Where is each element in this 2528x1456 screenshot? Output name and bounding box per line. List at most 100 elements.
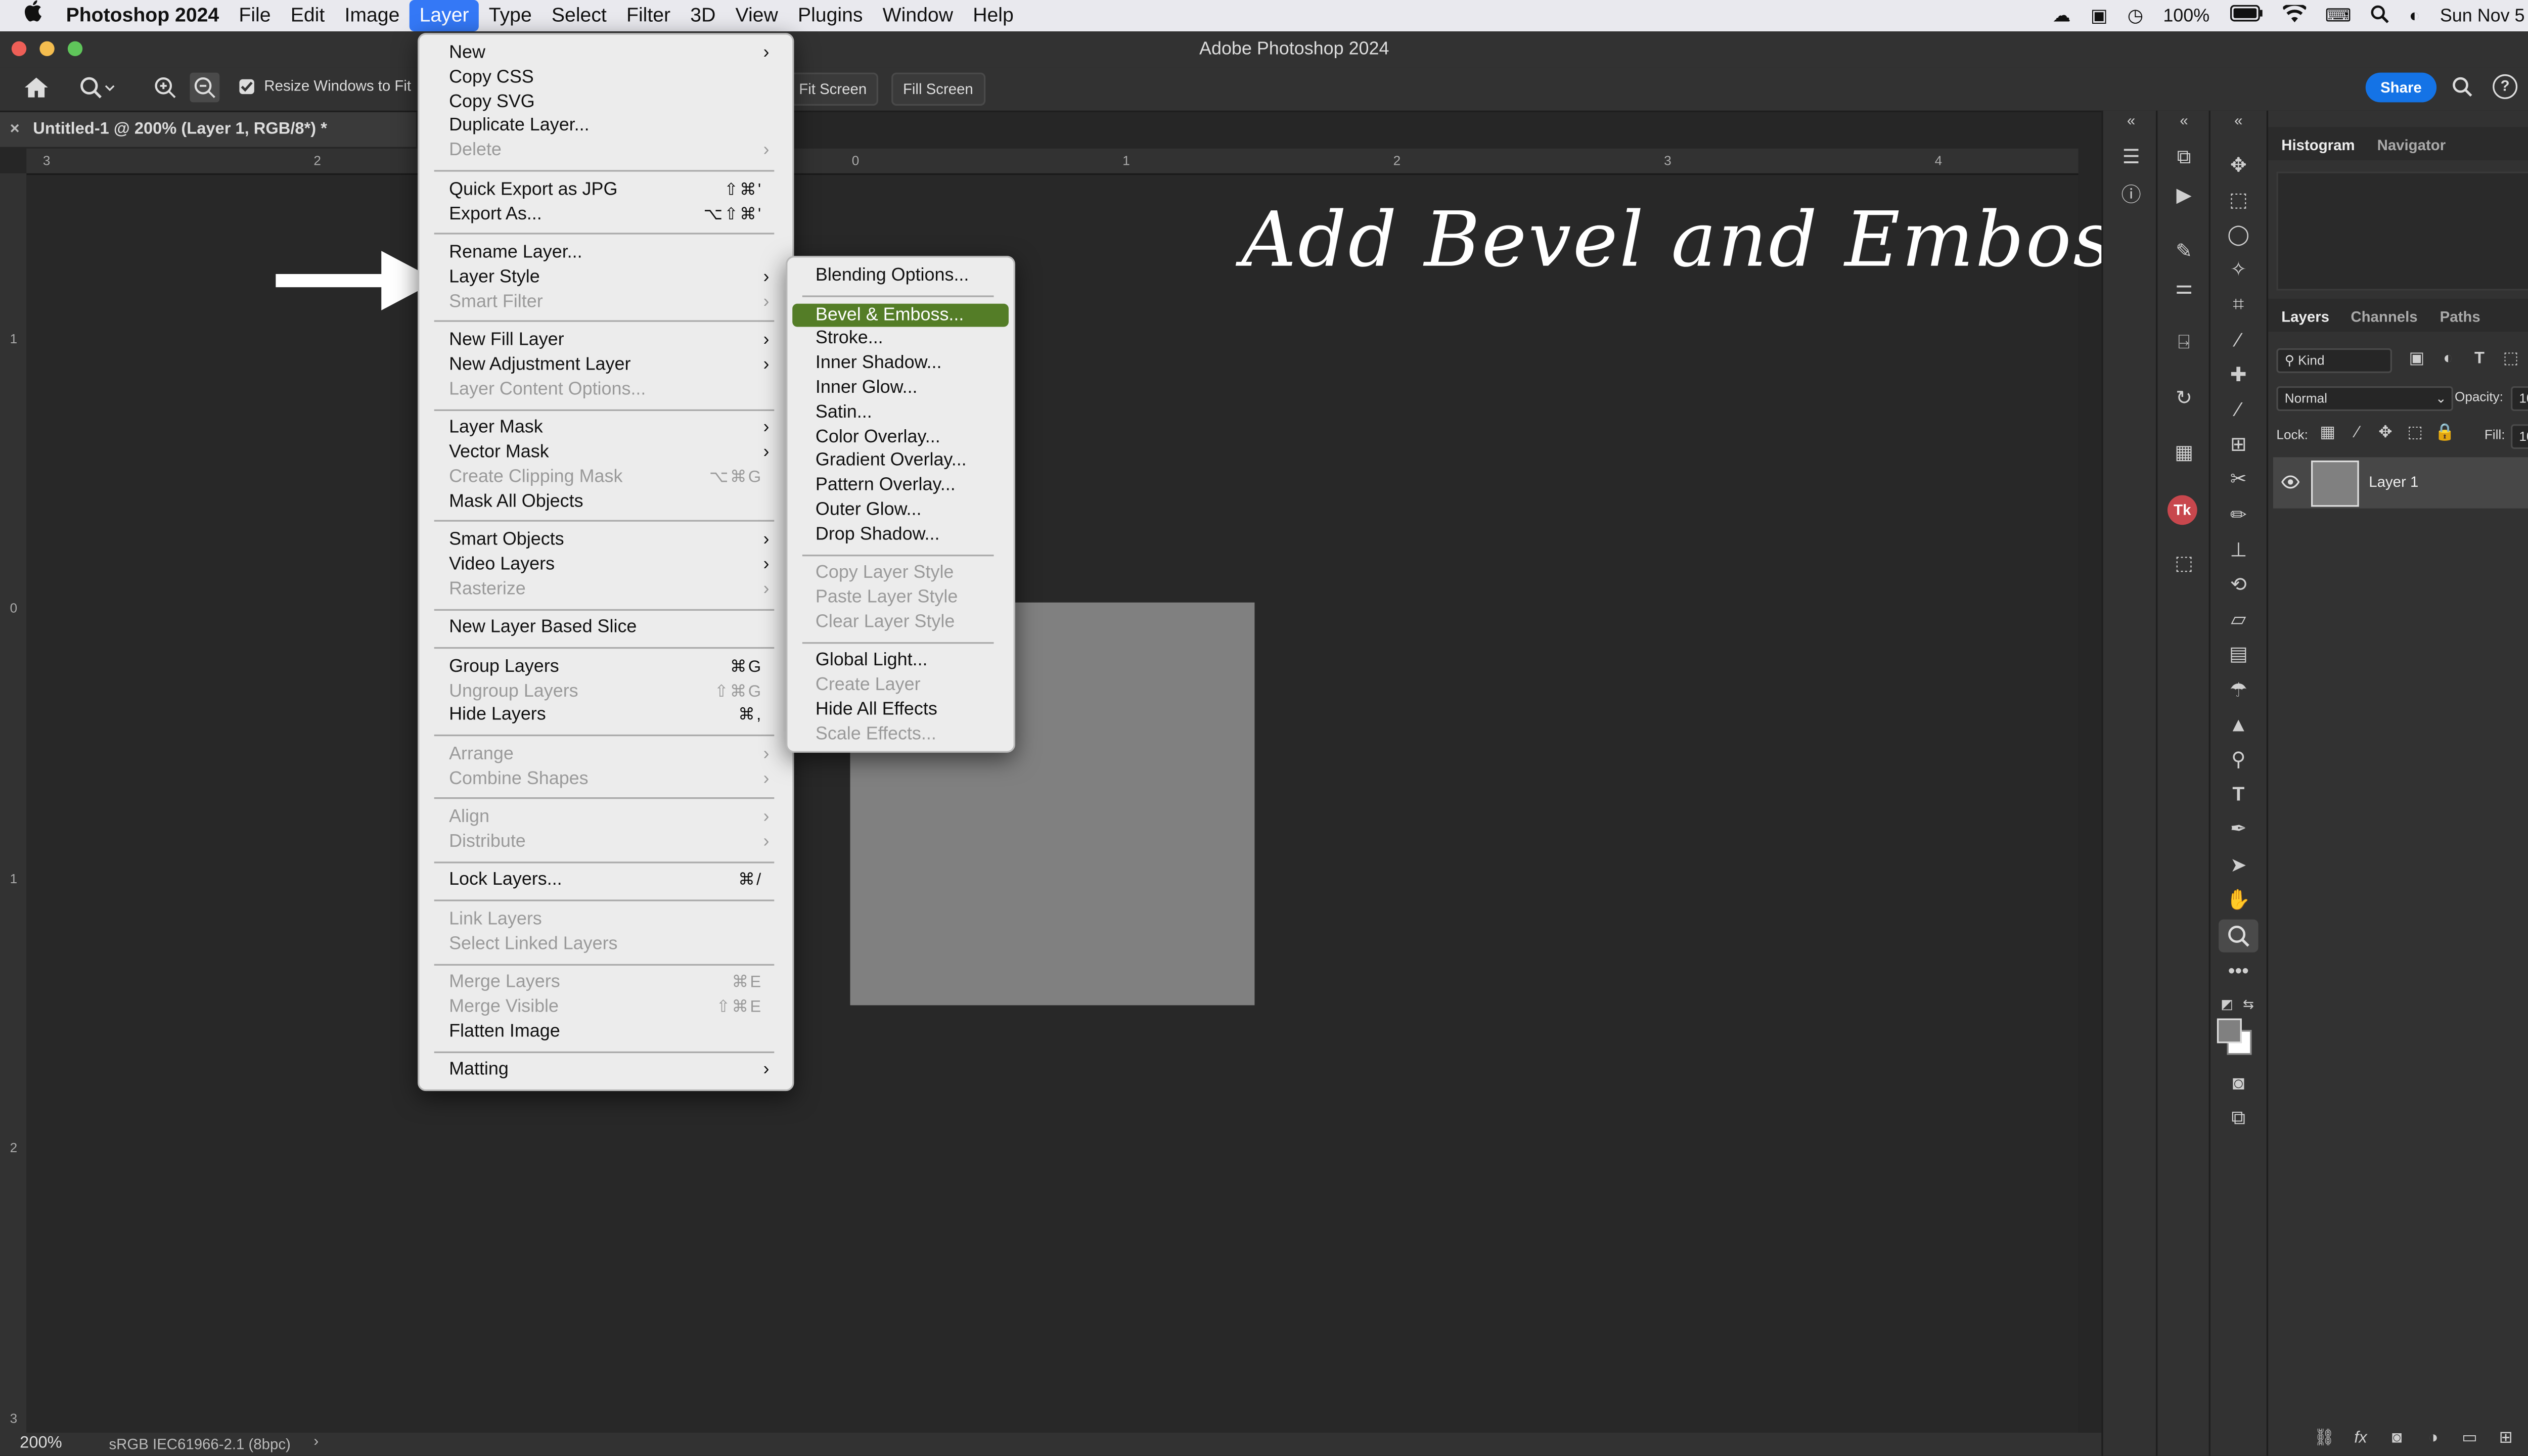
menu-plugins[interactable]: Plugins [788,0,873,31]
clone-source-icon[interactable]: ⍈ [2171,332,2197,351]
menu-item-export-as[interactable]: Export As... ⌥⇧⌘' [449,202,769,227]
menu-view[interactable]: View [726,0,788,31]
pen-tool-icon[interactable]: ✒ [2225,818,2251,838]
hand-tool-icon[interactable]: ✋ [2225,890,2251,909]
menu-help[interactable]: Help [963,0,1024,31]
actions-play-icon[interactable]: ▶ [2171,185,2197,205]
object-selection-tool-icon[interactable]: ⊞ [2225,434,2251,454]
status-expand-chevron-icon[interactable]: › [313,1433,319,1449]
adjustments-icon[interactable]: ⚌ [2171,278,2197,297]
menu-item-flatten-image[interactable]: Flatten Image [449,1020,769,1044]
foreground-color-swatch[interactable] [2217,1018,2242,1043]
lock-position-icon[interactable]: ✥ [2372,424,2399,444]
zoom-out-icon[interactable] [190,72,220,103]
menu-item-new-layer-based-slice[interactable]: New Layer Based Slice [449,616,769,641]
clock[interactable]: Sun Nov 5 20:25 [2440,6,2528,25]
menu-item-copy-svg[interactable]: Copy SVG [449,90,769,115]
clone-stamp-tool-icon[interactable]: ⊥ [2225,540,2251,560]
minimize-window-button[interactable] [39,41,55,57]
brush-settings-icon[interactable]: ✎ [2171,241,2197,261]
menu-item-layer-mask[interactable]: Layer Mask › [449,416,769,441]
menu-item-matting[interactable]: Matting › [449,1059,769,1083]
keyboard-icon[interactable]: ⌨ [2325,5,2352,26]
control-center-icon[interactable]: ◐ [2409,6,2420,25]
layer-filter-kind-select[interactable]: ⚲ Kind [2276,348,2392,373]
layer-thumbnail[interactable] [2311,460,2359,507]
menu-item-lock-layers[interactable]: Lock Layers... ⌘/ [449,869,769,894]
menu-edit[interactable]: Edit [281,0,335,31]
menu-item-hide-layers[interactable]: Hide Layers ⌘, [449,704,769,729]
menu-file[interactable]: File [229,0,281,31]
eye-icon[interactable] [2281,474,2300,493]
move-tool-icon[interactable]: ✥ [2225,155,2251,175]
gradient-tool-icon[interactable]: ▤ [2225,644,2251,663]
layer-name[interactable]: Layer 1 [2369,474,2418,490]
filter-pixel-layers-icon[interactable]: ▣ [2404,350,2430,370]
type-tool-icon[interactable]: T [2225,784,2251,804]
path-selection-tool-icon[interactable]: ➤ [2225,855,2251,875]
zoom-tool-active[interactable] [2219,919,2259,952]
lock-image-pixels-icon[interactable]: ∕ [2344,424,2370,444]
menu-item-quick-export-as-jpg[interactable]: Quick Export as JPG ⇧⌘' [449,178,769,203]
marquee-tool-icon[interactable]: ⬚ [2225,190,2251,209]
menu-item-copy-css[interactable]: Copy CSS [449,66,769,90]
menu-layer[interactable]: Layer [409,0,479,32]
dodge-tool-icon[interactable]: ⚲ [2225,749,2251,769]
link-layers-icon[interactable]: ⛓ [2311,1429,2337,1449]
zoom-in-icon[interactable] [154,76,177,104]
healing-brush-tool-icon[interactable]: ✚ [2225,365,2251,385]
battery-icon[interactable] [2229,5,2262,26]
document-tab-title[interactable]: Untitled-1 @ 200% (Layer 1, RGB/8*) * [33,112,327,147]
plugin-tk-icon[interactable]: Tk [2167,495,2197,525]
menu-item-new-adjustment-layer[interactable]: New Adjustment Layer › [449,353,769,378]
home-icon[interactable] [23,76,50,104]
menu-item-hide-all-effects[interactable]: Hide All Effects [816,698,1001,723]
close-tab-icon[interactable]: × [10,112,20,147]
fill-input[interactable]: 100% [2511,424,2528,449]
menu-select[interactable]: Select [541,0,616,31]
brush-tool-icon[interactable]: ∕ [2225,399,2251,419]
menu-3d[interactable]: 3D [681,0,726,31]
menu-item-mask-all-objects[interactable]: Mask All Objects [449,489,769,514]
share-button[interactable]: Share [2365,72,2437,103]
menu-item-new-fill-layer[interactable]: New Fill Layer › [449,329,769,353]
crop-tool-icon[interactable]: ⌗ [2225,294,2251,313]
menu-item-vector-mask[interactable]: Vector Mask › [449,441,769,466]
eyedropper-tool-icon[interactable]: ⁄ [2225,330,2251,350]
time-machine-icon[interactable]: ◷ [2128,5,2143,26]
spotlight-search-icon[interactable] [2371,4,2389,27]
apple-logo-icon[interactable] [0,0,56,31]
new-layer-icon[interactable]: ⊞ [2493,1429,2519,1449]
menu-item-inner-glow[interactable]: Inner Glow... [816,376,1001,401]
lasso-tool-icon[interactable]: ◯ [2225,224,2251,244]
menu-item-inner-shadow[interactable]: Inner Shadow... [816,352,1001,377]
menu-type[interactable]: Type [479,0,541,31]
zoom-level[interactable]: 200% [20,1434,62,1452]
properties-icon[interactable]: ☰ [2118,147,2144,167]
menu-item-global-light[interactable]: Global Light... [816,649,1001,674]
filter-adjustment-layers-icon[interactable]: ◐ [2435,350,2461,370]
more-tools-icon[interactable]: ••• [2225,961,2251,980]
fit-screen-button[interactable]: Fit Screen [787,72,879,106]
zoom-window-button[interactable] [67,41,83,57]
layer-row[interactable]: Layer 1 [2273,457,2528,509]
vertical-ruler[interactable]: 1 0 1 2 3 [0,173,27,1433]
opacity-input[interactable]: 100% [2511,386,2528,411]
menu-item-outer-glow[interactable]: Outer Glow... [816,498,1001,523]
quick-selection-tool-icon[interactable]: ✧ [2225,259,2251,279]
swap-colors-icon[interactable]: ⇆ [2235,995,2262,1015]
screen-mode-icon[interactable]: ⧉ [2225,1108,2251,1127]
tab-histogram[interactable]: Histogram [2281,137,2355,154]
menu-item-rename-layer[interactable]: Rename Layer... [449,241,769,266]
history-brush-tool-icon[interactable]: ⟲ [2225,574,2251,594]
wifi-icon[interactable] [2281,2,2307,27]
collapse-chevron-icon[interactable]: « [2171,111,2197,130]
menu-item-duplicate-layer[interactable]: Duplicate Layer... [449,115,769,140]
filter-type-layers-icon[interactable]: T [2466,350,2493,370]
sharpen-tool-icon[interactable]: ▲ [2225,715,2251,735]
plugins-icon[interactable]: ⬚ [2171,553,2197,573]
new-group-icon[interactable]: ▭ [2456,1429,2482,1449]
new-adjustment-icon[interactable]: ◑ [2420,1429,2446,1449]
menu-item-color-overlay[interactable]: Color Overlay... [816,425,1001,450]
collapse-chevron-icon[interactable]: « [2225,111,2251,130]
